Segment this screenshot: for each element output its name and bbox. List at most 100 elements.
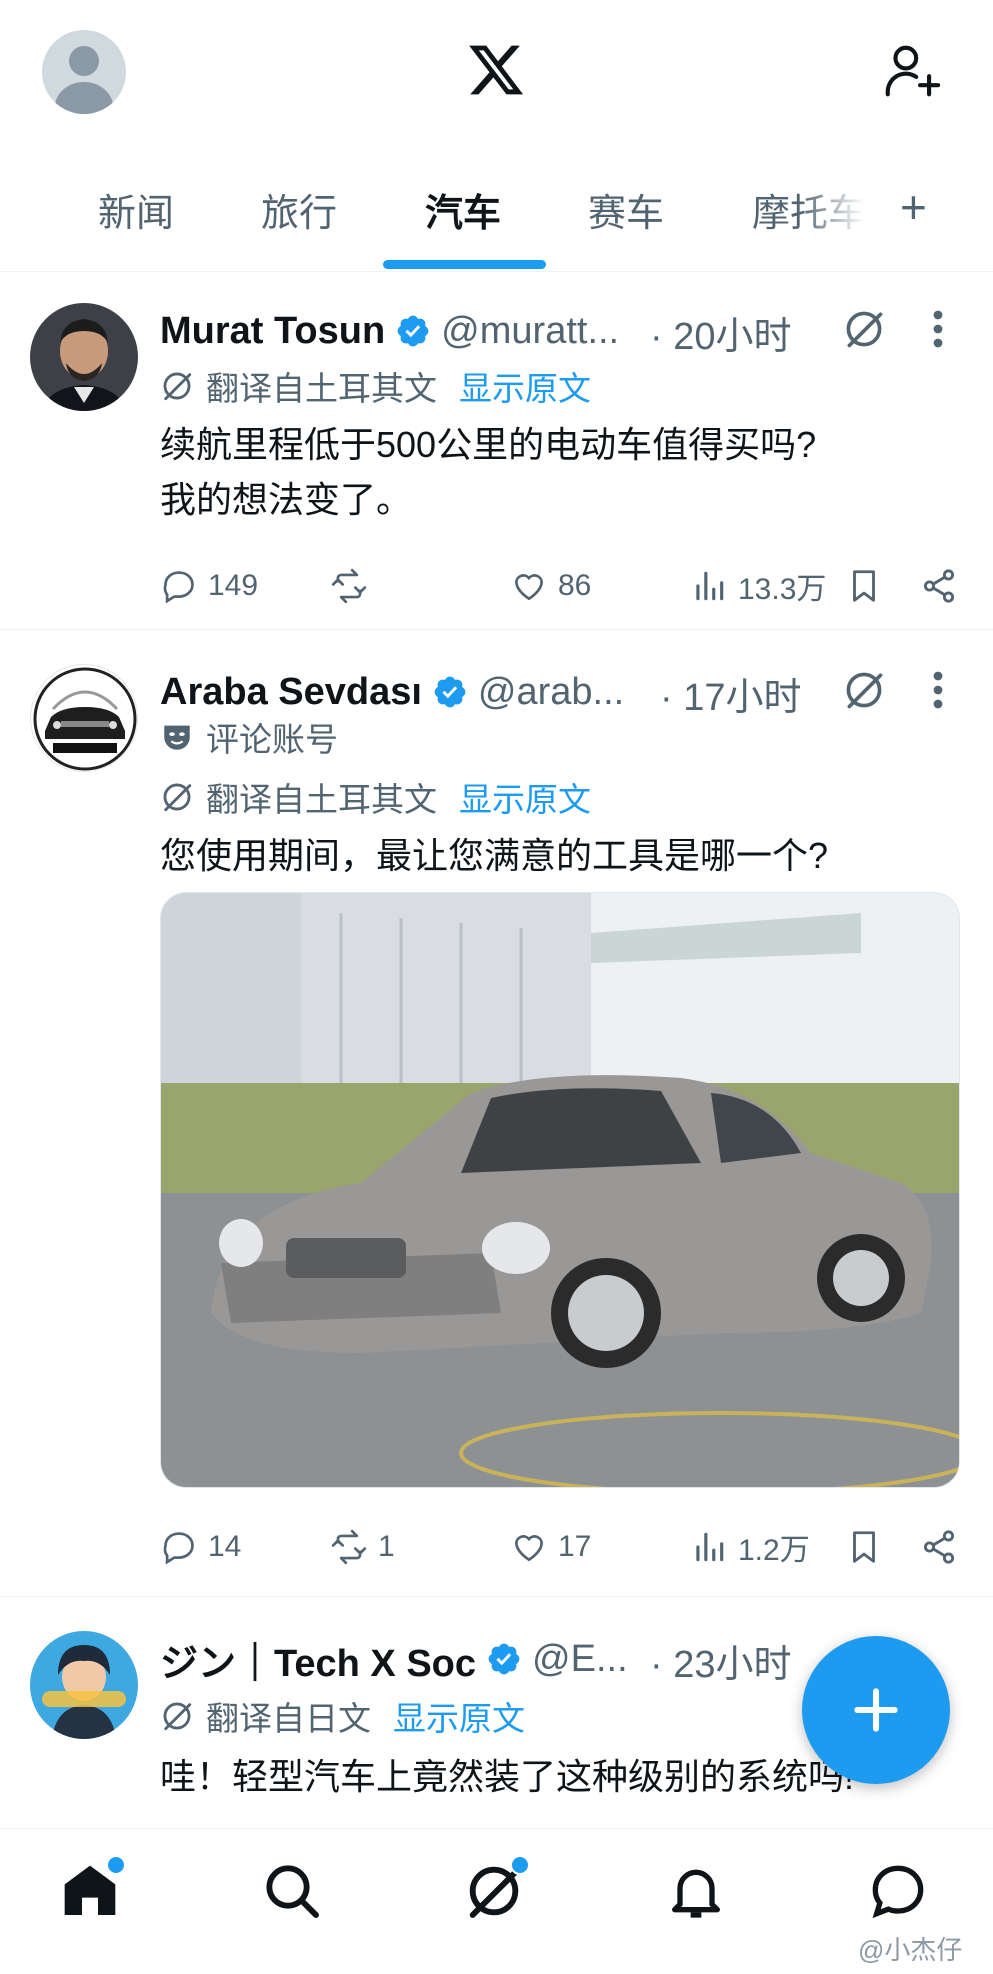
grok-translate-icon: [163, 1702, 192, 1731]
reply-count: 14: [208, 1530, 242, 1563]
author-name[interactable]: ジン｜Tech X Soc: [160, 1632, 476, 1687]
repost-button[interactable]: 1: [330, 1522, 395, 1572]
share-icon: [923, 1530, 955, 1564]
views-button[interactable]: 1.2万: [690, 1522, 810, 1572]
share-icon: [923, 569, 955, 603]
notification-dot: [106, 1855, 126, 1875]
translation-row: 翻译自土耳其文 显示原文: [160, 363, 591, 409]
verified-badge-icon: [488, 1643, 520, 1675]
share-button[interactable]: [920, 561, 958, 611]
post-time[interactable]: · 20小时: [650, 305, 791, 360]
tab-cars[interactable]: 汽车: [425, 182, 501, 237]
plus-icon: [854, 1688, 898, 1732]
show-original-link[interactable]: 显示原文: [459, 773, 591, 821]
repost-button[interactable]: [330, 561, 368, 611]
verified-badge-icon: [397, 315, 429, 347]
translation-row: 翻译自日文 显示原文: [160, 1693, 525, 1739]
watermark: @小杰仔: [858, 1935, 963, 1965]
author-avatar[interactable]: [30, 664, 138, 772]
add-user-icon[interactable]: [880, 40, 942, 102]
more-options-icon[interactable]: [930, 309, 946, 349]
reply-count: 149: [208, 569, 259, 602]
translation-label: 翻译自土耳其文: [206, 370, 437, 407]
repost-count: 1: [378, 1530, 395, 1563]
grok-icon[interactable]: [842, 668, 886, 712]
heart-icon: [514, 574, 544, 601]
nav-notifications[interactable]: [664, 1859, 728, 1923]
post-text[interactable]: 您使用期间，最让您满意的工具是哪一个?: [160, 828, 960, 883]
translation-label: 翻译自土耳其文: [206, 781, 437, 818]
translation-label: 翻译自日文: [206, 1700, 371, 1737]
view-count: 13.3万: [738, 573, 827, 606]
translation-row: 翻译自土耳其文 显示原文: [160, 774, 591, 820]
nav-messages[interactable]: [866, 1859, 930, 1923]
nav-grok[interactable]: [462, 1855, 530, 1923]
author-row: Araba Sevdası @arab...: [160, 666, 624, 718]
like-count: 86: [558, 569, 592, 602]
bookmark-button[interactable]: [845, 561, 883, 611]
post-image[interactable]: [160, 892, 960, 1488]
grok-translate-icon: [163, 783, 192, 812]
profile-avatar[interactable]: [42, 30, 126, 114]
post-actions: 149 86 13.3万: [160, 561, 960, 611]
bookmark-button[interactable]: [845, 1522, 883, 1572]
heart-icon: [514, 1535, 544, 1562]
reply-button[interactable]: 149: [160, 561, 258, 611]
views-button[interactable]: 13.3万: [690, 561, 826, 611]
author-avatar[interactable]: [30, 1631, 138, 1739]
views-icon: [696, 1532, 724, 1562]
author-handle[interactable]: @E...: [532, 1638, 628, 1681]
author-avatar[interactable]: [30, 303, 138, 411]
author-name[interactable]: Murat Tosun: [160, 310, 385, 353]
more-options-icon[interactable]: [930, 670, 946, 710]
view-count: 1.2万: [738, 1534, 810, 1567]
post-card[interactable]: Araba Sevdası @arab... · 17小时 评论账号 翻译自土耳…: [0, 630, 993, 1597]
compose-button[interactable]: [802, 1636, 950, 1784]
share-button[interactable]: [920, 1522, 958, 1572]
grok-translate-icon: [163, 372, 192, 401]
bookmark-icon: [853, 570, 875, 602]
bottom-navigation: [0, 1828, 993, 1974]
topic-tabs: 新闻 旅行 汽车 赛车 摩托车 +: [0, 160, 993, 272]
chat-icon: [872, 1865, 924, 1919]
account-label: 评论账号: [206, 721, 338, 758]
author-handle[interactable]: @arab...: [478, 671, 624, 714]
bookmark-icon: [853, 1531, 875, 1563]
like-button[interactable]: 86: [510, 561, 591, 611]
active-tab-indicator: [383, 260, 546, 269]
author-handle[interactable]: @muratt...: [441, 310, 619, 353]
views-icon: [696, 571, 724, 601]
post-card[interactable]: Murat Tosun @muratt... · 20小时 翻译自土耳其文 显示…: [0, 273, 993, 630]
tab-news[interactable]: 新闻: [98, 182, 174, 237]
tab-travel[interactable]: 旅行: [261, 182, 337, 237]
post-text[interactable]: 续航里程低于500公里的电动车值得买吗? 我的想法变了。: [160, 417, 960, 527]
theater-mask-icon: [164, 725, 190, 750]
show-original-link[interactable]: 显示原文: [459, 362, 591, 410]
add-tab-button[interactable]: +: [900, 184, 927, 230]
tab-racing[interactable]: 赛车: [588, 182, 664, 237]
grok-icon[interactable]: [842, 307, 886, 351]
x-logo-icon[interactable]: [466, 40, 526, 100]
post-time[interactable]: · 17小时: [660, 666, 801, 721]
account-label-row: 评论账号: [160, 714, 338, 760]
author-row: ジン｜Tech X Soc @E...: [160, 1633, 628, 1685]
search-icon: [266, 1865, 319, 1918]
author-row: Murat Tosun @muratt...: [160, 305, 619, 357]
top-bar: [0, 0, 993, 150]
like-count: 17: [558, 1530, 592, 1563]
reply-icon: [163, 1532, 194, 1565]
like-button[interactable]: 17: [510, 1522, 591, 1572]
repost-icon: [331, 568, 367, 604]
verified-badge-icon: [434, 676, 466, 708]
reply-button[interactable]: 14: [160, 1522, 241, 1572]
show-original-link[interactable]: 显示原文: [393, 1692, 525, 1740]
author-name[interactable]: Araba Sevdası: [160, 671, 422, 714]
post-actions: 14 1 17 1.2万: [160, 1522, 960, 1572]
nav-home[interactable]: [58, 1855, 126, 1923]
reply-icon: [163, 571, 194, 604]
post-time[interactable]: · 23小时: [650, 1633, 791, 1688]
nav-search[interactable]: [260, 1859, 324, 1923]
bell-icon: [672, 1869, 720, 1918]
repost-icon: [331, 1529, 367, 1565]
notification-dot: [510, 1855, 530, 1875]
